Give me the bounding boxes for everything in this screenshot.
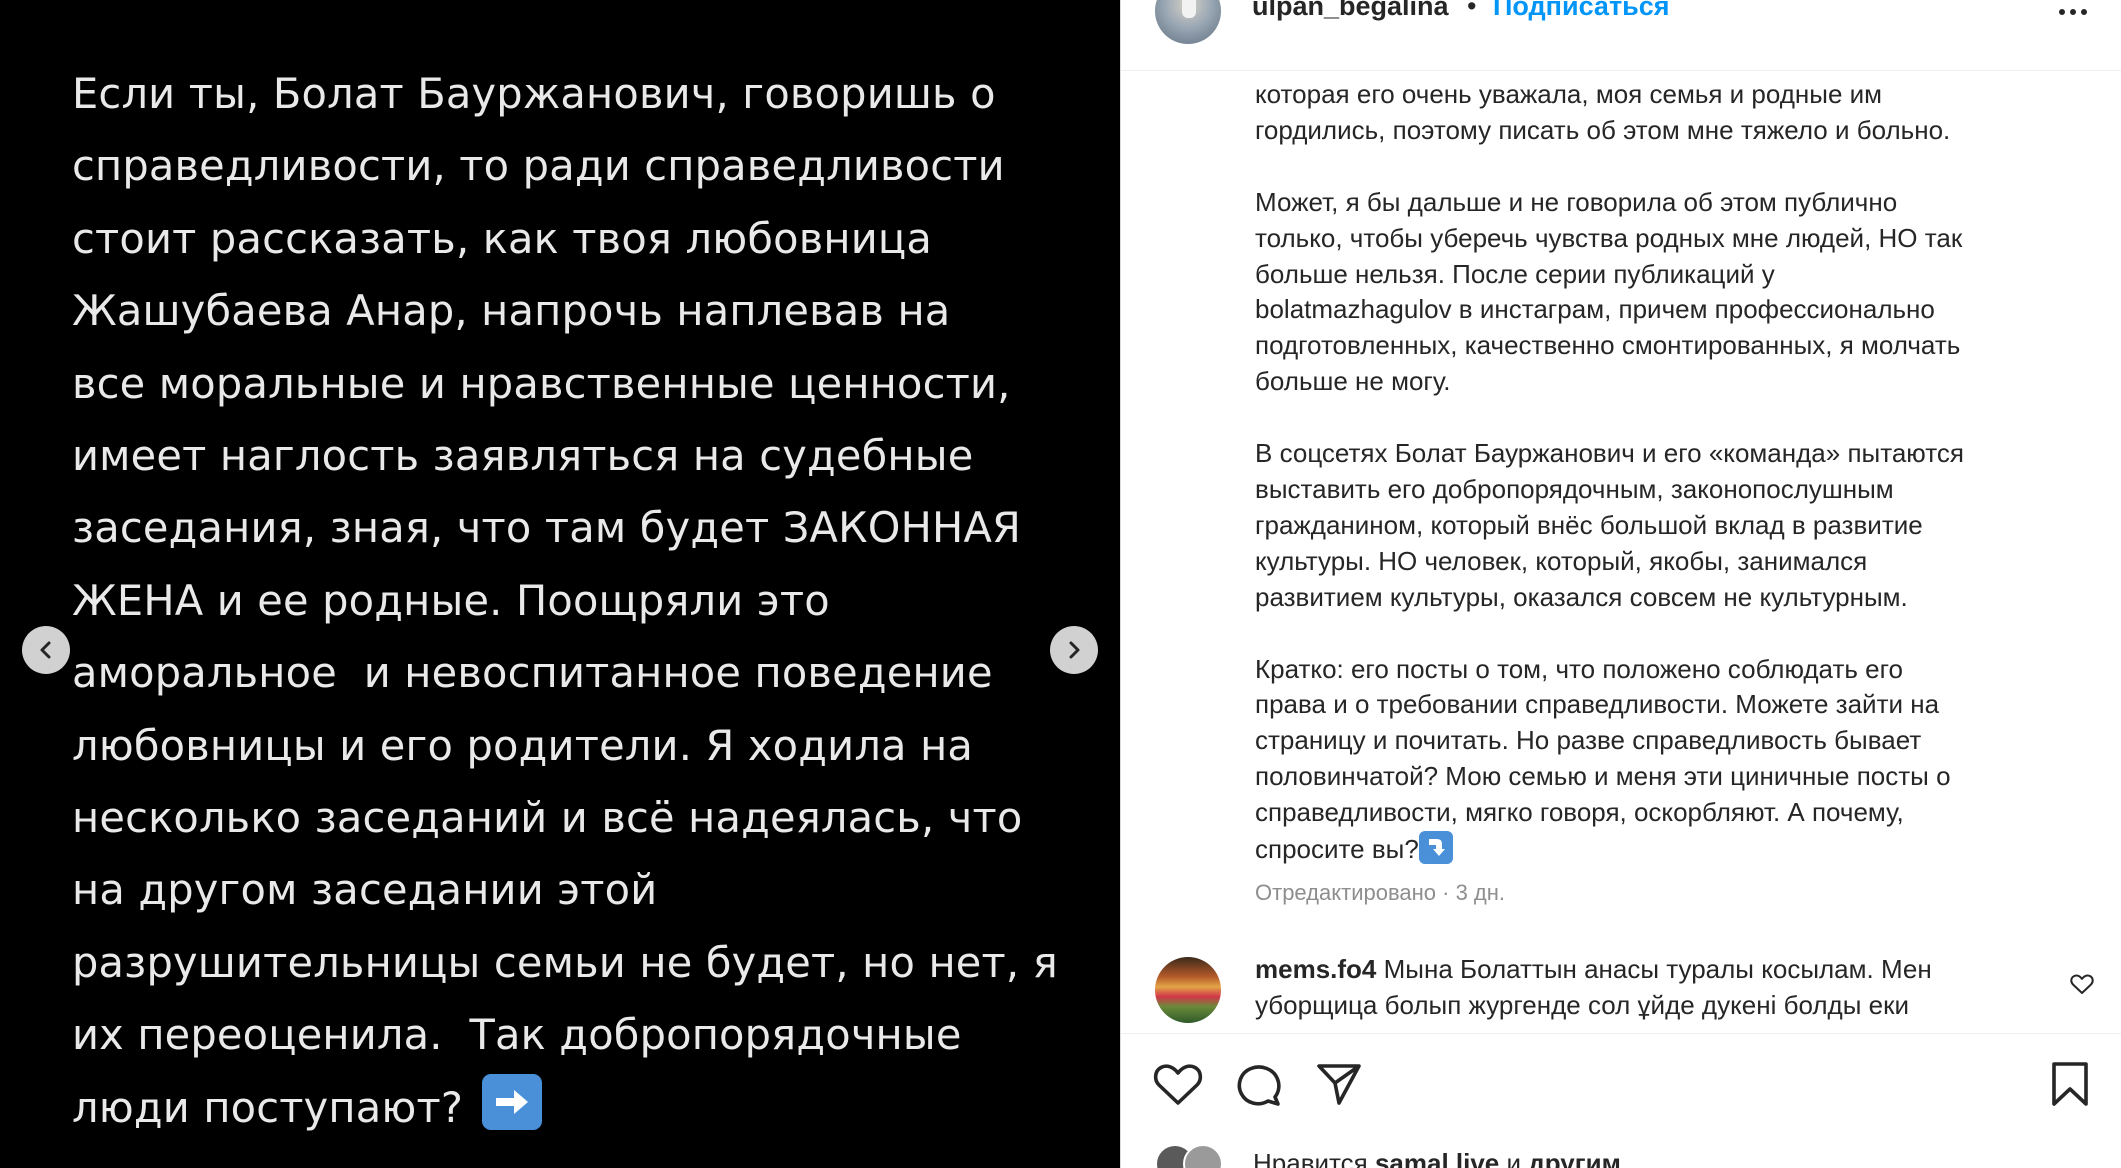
chevron-left-icon [40, 641, 51, 659]
heart-icon[interactable] [1153, 1061, 1203, 1107]
more-dot [2081, 9, 2087, 15]
author-avatar[interactable] [1155, 0, 1221, 44]
follow-button[interactable]: Подписаться [1493, 0, 1670, 22]
comment-body: mems.fo4 Мына Болаттын анасы туралы косы… [1255, 951, 2015, 1023]
likes-summary: Нравится samal.live и другим [1155, 1144, 1755, 1168]
instagram-post-view: Если ты, Болат Бауржанович, говоришь о с… [0, 0, 2121, 1168]
bookmark-icon[interactable] [2050, 1061, 2090, 1107]
chevron-right-icon [1069, 641, 1080, 659]
post-caption: которая его очень уважала, моя семья и р… [1255, 77, 2095, 868]
commenter-username[interactable]: mems.fo4 [1255, 954, 1376, 984]
carousel-next-button[interactable] [1050, 626, 1098, 674]
caption-text: которая его очень уважала, моя семья и р… [1255, 79, 1964, 865]
comment-heart-icon[interactable] [2070, 973, 2094, 995]
liker-username[interactable]: samal.live [1375, 1148, 1499, 1168]
liker-avatar [1183, 1144, 1223, 1168]
send-icon[interactable] [1315, 1061, 1363, 1107]
likes-conjunction: и [1499, 1148, 1529, 1168]
post-details-panel: ulpan_begalina • Подписаться которая его… [1120, 0, 2121, 1168]
post-header: ulpan_begalina • Подписаться [1121, 0, 2121, 71]
header-separator: • [1467, 0, 1477, 21]
more-options-button[interactable] [2049, 0, 2097, 24]
post-media: Если ты, Болат Бауржанович, говоришь о с… [0, 0, 1120, 1168]
action-bar: Нравится samal.live и другим [1121, 1033, 2121, 1168]
comment-icon[interactable] [1235, 1061, 1283, 1109]
edited-timestamp: Отредактировано · 3 дн. [1255, 880, 1506, 905]
likes-text: Нравится samal.live и другим [1253, 1148, 1621, 1168]
commenter-avatar[interactable] [1155, 957, 1221, 1023]
slide-text: Если ты, Болат Бауржанович, говоришь о с… [72, 69, 1058, 1132]
author-username[interactable]: ulpan_begalina [1252, 0, 1449, 22]
more-dot [2070, 9, 2076, 15]
down-arrow-emoji-icon [1418, 831, 1453, 865]
right-arrow-emoji-icon [482, 1073, 543, 1130]
carousel-prev-button[interactable] [22, 626, 70, 674]
slide-text-block: Если ты, Болат Бауржанович, говоришь о с… [72, 58, 1072, 1144]
likes-prefix: Нравится [1253, 1148, 1375, 1168]
more-dot [2059, 9, 2065, 15]
likes-others-link[interactable]: другим [1528, 1148, 1621, 1168]
comments-scroll-area[interactable]: которая его очень уважала, моя семья и р… [1121, 71, 2121, 1033]
